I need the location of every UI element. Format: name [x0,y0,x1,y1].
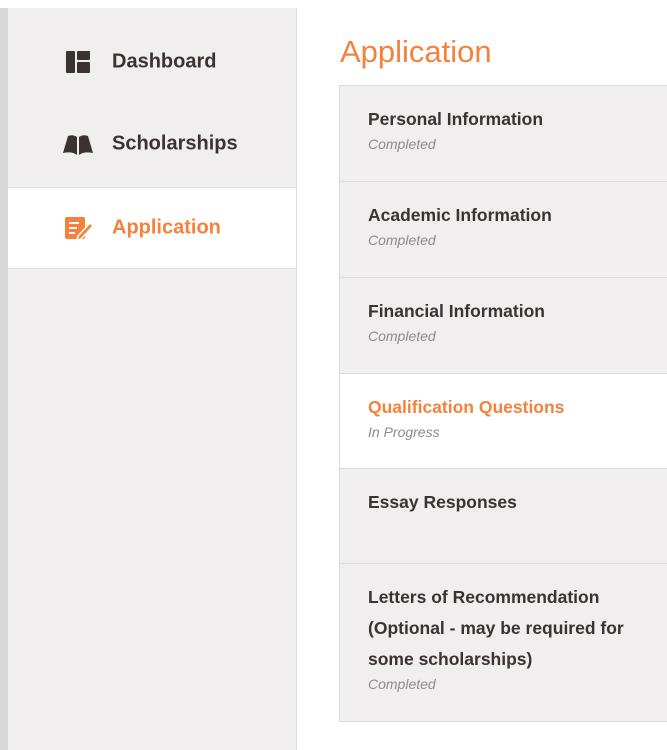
book-icon [62,130,94,158]
sidebar-item-scholarships[interactable]: Scholarships [8,104,296,184]
application-steps: Personal Information Completed Academic … [339,85,667,722]
edit-icon [62,214,95,242]
step-personal-information[interactable]: Personal Information Completed [339,86,667,182]
step-title: Essay Responses [368,492,517,512]
sidebar-item-label: Scholarships [112,132,238,155]
step-title: Qualification Questions [368,397,565,417]
sidebar-item-dashboard[interactable]: Dashboard [8,22,296,102]
step-status: Completed [368,232,436,248]
page-title: Application [340,34,492,69]
step-letters-of-recommendation[interactable]: Letters of Recommendation (Optional - ma… [339,564,667,722]
step-status: Completed [368,136,436,152]
sidebar-item-label: Dashboard [112,50,217,73]
dashboard-icon [62,48,94,76]
left-rail [0,8,8,750]
step-financial-information[interactable]: Financial Information Completed [339,278,667,374]
step-qualification-questions[interactable]: Qualification Questions In Progress [339,374,667,469]
step-status: In Progress [368,424,440,440]
step-status: Completed [368,328,436,344]
step-title: Personal Information [368,109,544,129]
step-title: Financial Information [368,301,545,321]
step-academic-information[interactable]: Academic Information Completed [339,182,667,278]
step-status: Completed [368,676,436,692]
sidebar: Dashboard Scholarships Application [8,8,297,750]
step-essay-responses[interactable]: Essay Responses [339,469,667,564]
sidebar-item-label: Application [112,216,221,239]
step-title: Letters of Recommendation (Optional - ma… [368,587,624,669]
step-title: Academic Information [368,205,552,225]
sidebar-item-application[interactable]: Application [8,187,296,269]
